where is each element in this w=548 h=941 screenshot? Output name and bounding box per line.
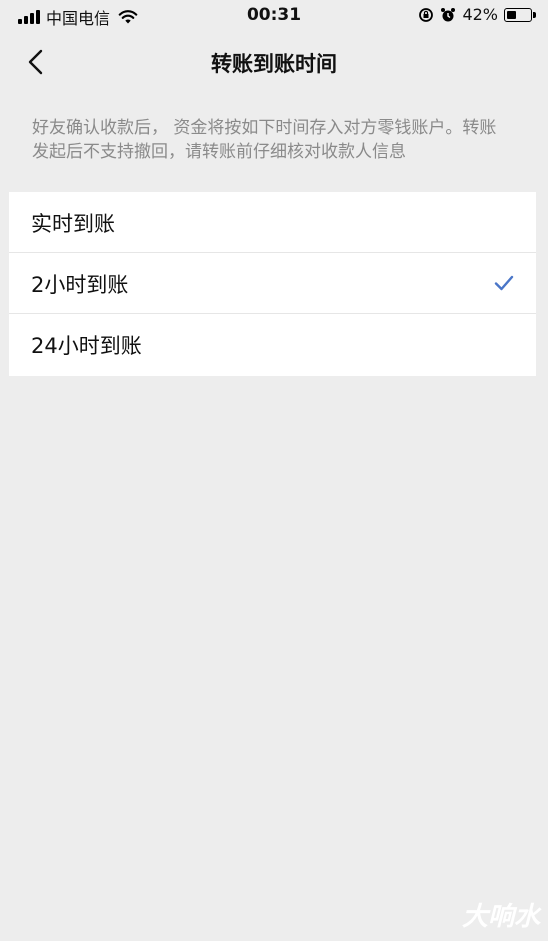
watermark-logo: 大响水	[461, 902, 540, 932]
page-title: 转账到账时间	[211, 52, 337, 76]
transfer-notice: 好友确认收款后， 资金将按如下时间存入对方零钱账户。转账发起后不支持撤回，请转账…	[32, 118, 497, 162]
navigation-bar: 转账到账时间	[0, 32, 548, 90]
arrival-time-options: 实时到账 2小时到账 24小时到账	[9, 192, 536, 376]
rotation-lock-icon	[419, 7, 434, 22]
battery-percent: 42%	[462, 5, 498, 24]
option-2-hours[interactable]: 2小时到账	[9, 253, 536, 314]
option-24-hours[interactable]: 24小时到账	[9, 314, 536, 376]
option-label: 24小时到账	[31, 334, 142, 358]
checkmark-icon	[494, 275, 514, 291]
battery-fill	[507, 10, 516, 19]
option-label: 2小时到账	[31, 273, 129, 297]
option-label: 实时到账	[31, 212, 115, 236]
option-realtime[interactable]: 实时到账	[9, 192, 536, 253]
alarm-icon	[441, 7, 456, 21]
status-right: 42%	[418, 5, 536, 24]
battery-icon	[504, 7, 536, 22]
status-bar: 中国电信 00:31 42%	[0, 0, 548, 32]
